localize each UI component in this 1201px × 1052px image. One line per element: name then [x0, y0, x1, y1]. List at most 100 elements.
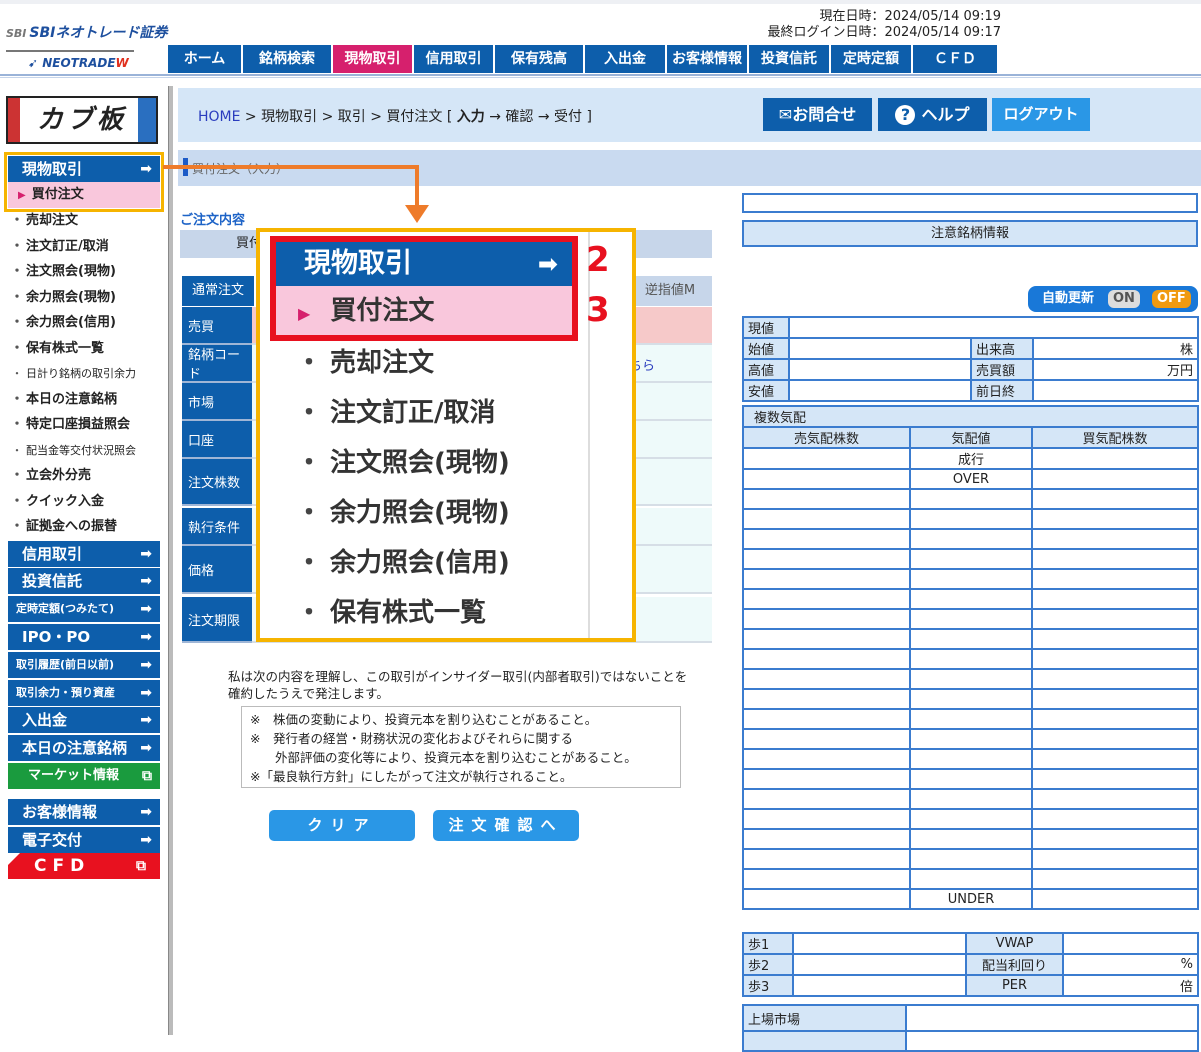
arrow-right-icon: ➡ — [140, 804, 152, 820]
order-book-row — [742, 608, 1199, 630]
sidebar-button[interactable]: 取引履歴(前日以前) ➡ — [8, 652, 160, 678]
sidebar-button[interactable]: マーケット情報 ⧉ — [8, 763, 160, 789]
yield-unit: % — [1062, 953, 1199, 976]
nav-tab[interactable]: 保有残高 — [495, 45, 583, 73]
price-cell — [909, 748, 1033, 770]
bullet-icon: ・ — [296, 348, 323, 378]
sidebar-button[interactable]: 投資信託 ➡ — [8, 568, 160, 594]
label-current: 現値 — [742, 316, 790, 339]
nav-tab[interactable]: 銘柄検索 — [243, 45, 331, 73]
logout-button[interactable]: ログアウト — [992, 98, 1090, 131]
sidebar-button[interactable]: 信用取引 ➡ — [8, 541, 160, 567]
sidebar-item[interactable]: ・日計り銘柄の取引余力 — [8, 361, 164, 386]
auto-update-on[interactable]: ON — [1108, 290, 1140, 308]
help-icon: ? — [895, 105, 916, 125]
sidebar-button[interactable]: CFD ⧉ — [8, 853, 160, 879]
sidebar-button-label: 投資信託 — [22, 572, 83, 590]
help-button[interactable]: ? ヘルプ — [878, 98, 987, 131]
nav-tab[interactable]: 現物取引 — [333, 45, 412, 73]
price-cell — [909, 548, 1033, 570]
contact-button[interactable]: ✉お問合せ — [763, 98, 872, 131]
sidebar-item[interactable]: ・証拠金への振替 — [8, 514, 164, 539]
last-login-datetime: 最終ログイン日時：2024/05/14 09:17 — [767, 25, 1001, 40]
sidebar-item-label: 注文照会(現物) — [26, 264, 116, 279]
tab-normal-order[interactable]: 通常注文 — [182, 276, 254, 306]
order-book-table: 複数気配 売気配株数 気配値 買気配株数 成行 OVER UNDER — [742, 405, 1199, 910]
sidebar-item[interactable]: ・保有株式一覧 — [8, 336, 164, 361]
bullet-icon: ・ — [10, 289, 24, 305]
sidebar-item[interactable]: ・クイック入金 — [8, 489, 164, 514]
order-details-label: ご注文内容 — [180, 213, 246, 228]
sidebar-button[interactable]: IPO・PO ➡ — [8, 624, 160, 650]
sidebar-button[interactable]: 入出金 ➡ — [8, 707, 160, 733]
ask-cell — [742, 468, 911, 490]
callout-item: ・保有株式一覧 — [296, 588, 486, 638]
price-cell — [909, 868, 1033, 890]
nav-tab[interactable]: 定時定額 — [831, 45, 911, 73]
volume-unit: 株 — [1032, 337, 1199, 360]
sidebar-item[interactable]: ・余力照会(現物) — [8, 285, 164, 310]
label-high: 高値 — [742, 358, 790, 381]
kabuita-logo[interactable]: カブ板 — [6, 96, 158, 144]
callout-item: ・余力照会(現物) — [296, 488, 510, 538]
ask-cell — [742, 708, 911, 730]
price-cell — [909, 648, 1033, 670]
bullet-icon: ・ — [10, 493, 24, 509]
ask-cell — [742, 528, 911, 550]
auto-update-off[interactable]: OFF — [1152, 290, 1191, 308]
price-cell — [909, 688, 1033, 710]
bid-cell — [1031, 508, 1199, 530]
sidebar-button[interactable]: 取引余力・預り資産 ➡ — [8, 680, 160, 706]
order-book-row: 成行 — [742, 447, 1199, 470]
sidebar-button[interactable]: 定時定額(つみたて) ➡ — [8, 596, 160, 622]
auto-update-toggle[interactable]: 自動更新 ON OFF — [1028, 286, 1198, 312]
label-per: PER — [965, 974, 1064, 997]
header-rule — [0, 74, 1201, 78]
price-header: 気配値 — [909, 426, 1033, 449]
order-book-row — [742, 788, 1199, 810]
stats-table: 歩1 VWAP 歩2 配当利回り% 歩3 PER 倍 — [742, 932, 1199, 997]
nav-tab[interactable]: ホーム — [168, 45, 241, 73]
sidebar-item[interactable]: ・立会外分売 — [8, 463, 164, 488]
sidebar-button[interactable]: お客様情報 ➡ — [8, 799, 160, 825]
sidebar-item[interactable]: ・売却注文 — [8, 208, 164, 233]
price-cell: UNDER — [909, 888, 1033, 910]
sidebar-button[interactable]: 電子交付 ➡ — [8, 827, 160, 853]
breadcrumb-home-link[interactable]: HOME — [198, 109, 240, 125]
ask-cell — [742, 568, 911, 590]
sidebar-item[interactable]: ・注文訂正/取消 — [8, 234, 164, 259]
connector-line — [163, 165, 419, 169]
nav-tab[interactable]: ＣＦＤ — [913, 45, 997, 73]
highlight-box-red — [270, 236, 578, 341]
ask-cell — [742, 788, 911, 810]
nav-tab[interactable]: お客様情報 — [667, 45, 747, 73]
bid-cell — [1031, 668, 1199, 690]
sidebar-item[interactable]: ・本日の注意銘柄 — [8, 387, 164, 412]
sidebar-button-label: 定時定額(つみたて) — [16, 602, 115, 615]
price-cell — [909, 728, 1033, 750]
listing-table: 上場市場 — [742, 1004, 1199, 1052]
nav-tab[interactable]: 入出金 — [585, 45, 665, 73]
nav-tab[interactable]: 信用取引 — [414, 45, 493, 73]
ask-cell — [742, 868, 911, 890]
risk-note: ※ 発行者の経営・財務状況の変化およびそれらに関する — [250, 731, 573, 746]
sidebar-button[interactable]: 本日の注意銘柄 ➡ — [8, 735, 160, 761]
sidebar-item[interactable]: ・特定口座損益照会 — [8, 412, 164, 437]
datetime-info: 現在日時：2024/05/14 09:19 最終ログイン日時：2024/05/1… — [767, 9, 1001, 41]
order-book-row — [742, 508, 1199, 530]
nav-tab[interactable]: 投資信託 — [749, 45, 829, 73]
clear-button[interactable]: クリア — [269, 810, 415, 841]
sidebar-item[interactable]: ・配当金等交付状況照会 — [8, 438, 164, 463]
sidebar-item[interactable]: ・余力照会(信用) — [8, 310, 164, 335]
main-nav: ホーム 銘柄検索 現物取引 信用取引 保有残高 入出金 お客様情報 投資信託 定時定額 ＣＦＤ — [168, 45, 997, 73]
form-label: 注文株数 — [182, 459, 252, 506]
sidebar-item[interactable]: ・注文照会(現物) — [8, 259, 164, 284]
tab-stop-order[interactable]: 逆指値M — [628, 276, 712, 306]
bullet-icon: ・ — [296, 398, 323, 428]
sidebar-item-label: 証拠金への振替 — [26, 519, 118, 534]
order-book-row — [742, 808, 1199, 830]
sbi-logo[interactable]: SBI SBIネオトレード証券 — [6, 22, 167, 42]
order-book-title: 複数気配 — [742, 405, 1199, 428]
confirm-order-button[interactable]: 注文確認へ — [433, 810, 579, 841]
price-cell — [909, 608, 1033, 630]
